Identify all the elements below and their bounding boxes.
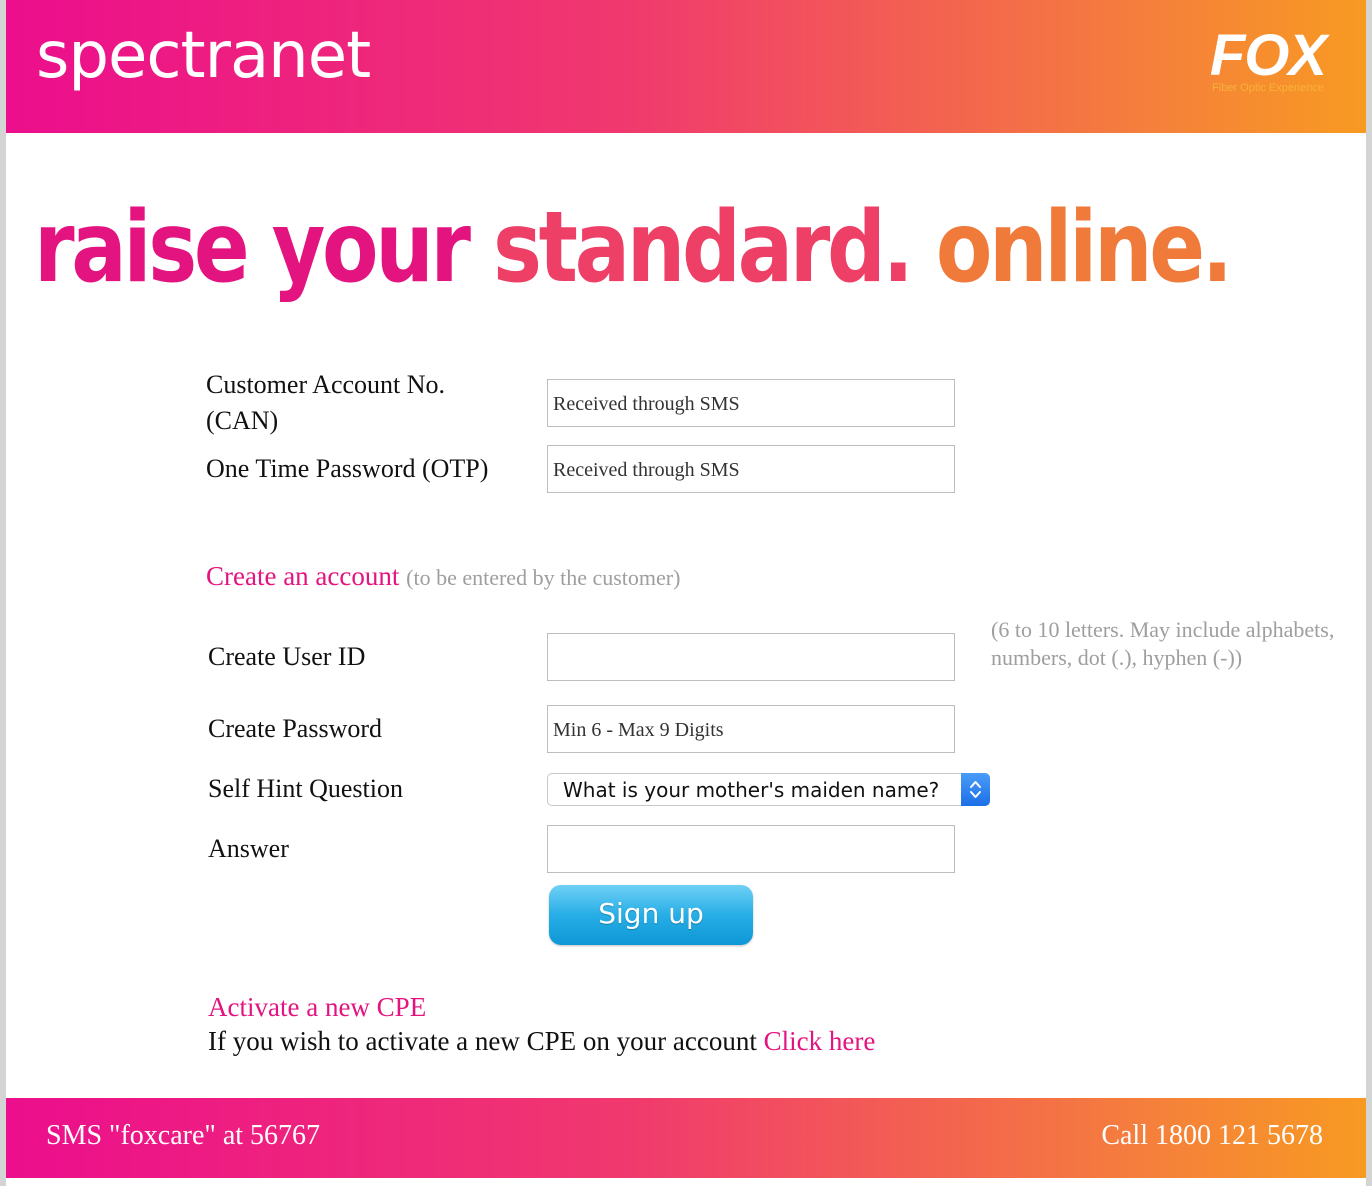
create-account-subtitle: (to be entered by the customer)	[406, 565, 681, 590]
fox-logo-tagline: Fiber Optic Experience	[1212, 82, 1324, 94]
signup-button[interactable]: Sign up	[549, 885, 753, 945]
footer-call-text: Call 1800 121 5678	[1101, 1120, 1323, 1151]
footer-bar: SMS "foxcare" at 56767 Call 1800 121 567…	[6, 1098, 1366, 1178]
answer-input[interactable]	[547, 825, 955, 873]
password-label: Create Password	[208, 714, 383, 743]
can-label-line2: (CAN)	[206, 406, 279, 435]
footer-sms-text: SMS "foxcare" at 56767	[46, 1120, 321, 1151]
can-label: Customer Account No. (CAN)	[206, 367, 445, 439]
userid-label: Create User ID	[208, 642, 366, 671]
fox-logo: FOX Fiber Optic Experience	[1198, 23, 1338, 95]
activate-cpe-description: If you wish to activate a new CPE on you…	[208, 1026, 764, 1056]
password-input[interactable]: Min 6 - Max 9 Digits	[547, 705, 955, 753]
banner-part-3: online.	[935, 191, 1233, 305]
can-input[interactable]: Received through SMS	[547, 379, 955, 427]
hint-question-value: What is your mother's maiden name?	[563, 778, 940, 802]
userid-input[interactable]	[547, 633, 955, 681]
banner-headline: raise your standard. online.	[34, 188, 1233, 308]
userid-hint: (6 to 10 letters. May include alphabets,…	[991, 617, 1335, 670]
otp-input[interactable]: Received through SMS	[547, 445, 955, 493]
create-account-heading: Create an account (to be entered by the …	[206, 558, 680, 596]
header-bar: spectranet FOX Fiber Optic Experience	[6, 0, 1366, 133]
can-label-line1: Customer Account No.	[206, 370, 446, 399]
activate-cpe-text: If you wish to activate a new CPE on you…	[208, 1024, 875, 1058]
select-arrows-icon	[961, 773, 990, 806]
hint-question-label: Self Hint Question	[208, 774, 403, 803]
spectranet-logo: spectranet	[36, 19, 371, 93]
create-account-title: Create an account	[206, 561, 400, 591]
answer-label: Answer	[208, 834, 289, 863]
click-here-link[interactable]: Click here	[764, 1026, 876, 1056]
hint-question-select[interactable]: What is your mother's maiden name?	[547, 773, 990, 806]
signup-page: spectranet FOX Fiber Optic Experience ra…	[6, 0, 1366, 1186]
fox-logo-word: FOX	[1209, 23, 1327, 88]
otp-label: One Time Password (OTP)	[206, 454, 489, 483]
banner-part-2: standard.	[492, 191, 936, 305]
banner-part-1: raise your	[34, 191, 493, 305]
activate-cpe-title: Activate a new CPE	[208, 992, 427, 1022]
